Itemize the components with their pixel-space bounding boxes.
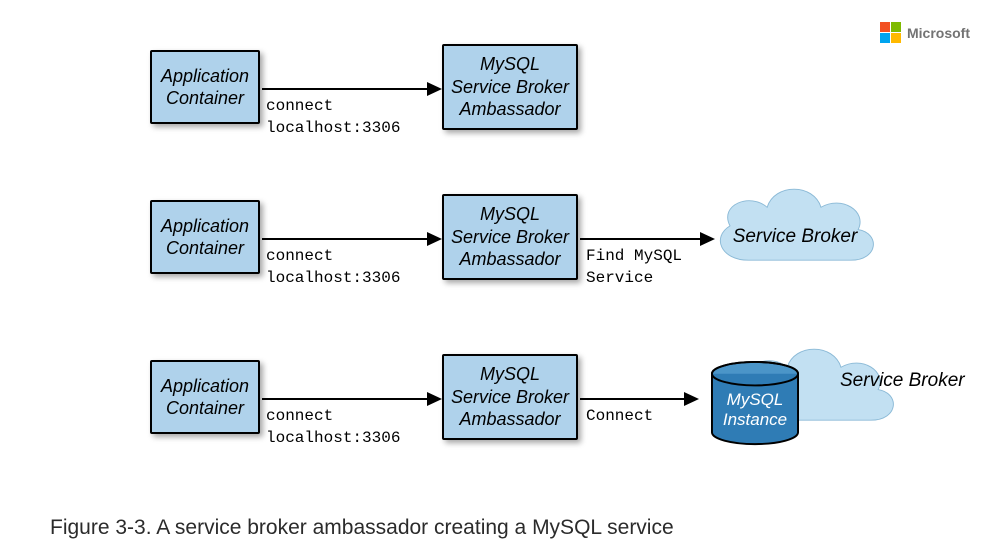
cloud-icon: [700, 172, 890, 302]
app-container-box: Application Container: [150, 50, 260, 124]
arrow-head-icon: [427, 392, 442, 406]
arrow-head-icon: [427, 232, 442, 246]
service-broker-cloud: Service Broker: [700, 172, 890, 302]
microsoft-logo: Microsoft: [880, 22, 970, 43]
diagram-row-1: Application Container connect localhost:…: [0, 50, 1000, 170]
app-container-box: Application Container: [150, 200, 260, 274]
arrow-line: [580, 398, 684, 400]
microsoft-logo-text: Microsoft: [907, 25, 970, 41]
connect-label: connect localhost:3306: [266, 96, 400, 139]
microsoft-logo-icon: [880, 22, 901, 43]
ambassador-box: MySQL Service Broker Ambassador: [442, 44, 578, 130]
connect-label: connect localhost:3306: [266, 246, 400, 289]
ambassador-box: MySQL Service Broker Ambassador: [442, 354, 578, 440]
diagram-row-3: Application Container connect localhost:…: [0, 360, 1000, 480]
connect2-label: Connect: [586, 406, 653, 428]
mysql-db-cylinder: MySQL Instance: [705, 360, 805, 448]
arrow-line: [262, 88, 427, 90]
ambassador-box: MySQL Service Broker Ambassador: [442, 194, 578, 280]
db-label: MySQL Instance: [705, 390, 805, 431]
cloud-label: Service Broker: [840, 370, 965, 393]
connect-label: connect localhost:3306: [266, 406, 400, 449]
diagram-row-2: Application Container connect localhost:…: [0, 200, 1000, 320]
find-label: Find MySQL Service: [586, 246, 682, 289]
figure-caption: Figure 3-3. A service broker ambassador …: [50, 516, 674, 540]
arrow-line: [580, 238, 700, 240]
arrow-head-icon: [684, 392, 699, 406]
arrow-line: [262, 398, 427, 400]
arrow-head-icon: [427, 82, 442, 96]
app-container-box: Application Container: [150, 360, 260, 434]
arrow-line: [262, 238, 427, 240]
